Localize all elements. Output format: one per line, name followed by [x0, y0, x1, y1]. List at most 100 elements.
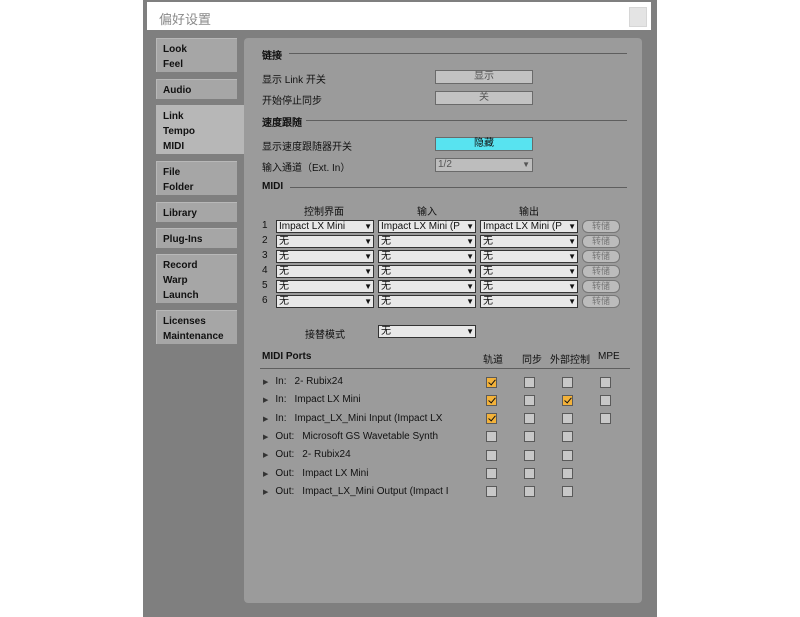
input-select[interactable]: 无 ▼ [378, 265, 476, 278]
expand-triangle-icon[interactable]: ▶ [263, 397, 268, 404]
midi-row-number: 6 [262, 295, 268, 306]
chevron-down-icon: ▼ [363, 236, 372, 247]
expand-triangle-icon[interactable]: ▶ [263, 434, 268, 441]
input-channel-select[interactable]: 1/2 ▼ [435, 158, 533, 172]
link-show-toggle[interactable]: 显示 [435, 70, 533, 84]
output-header: 输出 [519, 207, 539, 218]
mpe-checkbox[interactable] [600, 413, 611, 425]
track-checkbox[interactable] [486, 376, 497, 388]
midi-port-row[interactable]: ▶ Out: Impact LX Mini [263, 468, 368, 479]
dump-button[interactable]: 转储 [582, 295, 620, 308]
port-name: Microsoft GS Wavetable Synth [302, 430, 439, 442]
sync-checkbox[interactable] [524, 431, 535, 443]
control-surface-select[interactable]: 无 ▼ [276, 295, 374, 308]
window-title: 偏好设置 [159, 12, 212, 27]
mpe-checkbox[interactable] [600, 376, 611, 388]
input-value: 无 [381, 281, 391, 292]
input-select[interactable]: 无 ▼ [378, 235, 476, 248]
sync-checkbox[interactable] [524, 468, 535, 479]
tab-licenses-maintenance[interactable]: Licenses Maintenance [156, 310, 237, 344]
tab-plug-ins[interactable]: Plug-Ins [156, 228, 237, 248]
dump-button[interactable]: 转储 [582, 280, 620, 293]
midi-heading: MIDI [262, 181, 284, 192]
tab-look-feel[interactable]: Look Feel [156, 38, 237, 72]
track-header: 轨道 [483, 355, 503, 366]
expand-triangle-icon[interactable]: ▶ [263, 471, 268, 478]
dump-button[interactable]: 转储 [582, 220, 620, 233]
takeover-mode-label: 接替模式 [305, 330, 345, 341]
midi-port-row[interactable]: ▶ Out: Microsoft GS Wavetable Synth [263, 431, 438, 442]
expand-triangle-icon[interactable]: ▶ [263, 379, 268, 386]
output-select[interactable]: 无 ▼ [480, 250, 578, 263]
sync-checkbox[interactable] [524, 486, 535, 498]
output-select[interactable]: 无 ▼ [480, 295, 578, 308]
sync-checkbox[interactable] [524, 413, 535, 425]
control-surface-select[interactable]: 无 ▼ [276, 250, 374, 263]
track-checkbox[interactable] [486, 431, 497, 443]
tab-label: Library [163, 208, 197, 219]
input-select[interactable]: 无 ▼ [378, 295, 476, 308]
input-value: 无 [381, 296, 391, 307]
section-divider [289, 53, 627, 54]
port-name: Impact_LX_Mini Input (Impact LX [294, 412, 443, 424]
input-select[interactable]: 无 ▼ [378, 250, 476, 263]
control-surface-select[interactable]: 无 ▼ [276, 280, 374, 293]
output-select[interactable]: Impact LX Mini (P ▼ [480, 220, 578, 233]
input-select[interactable]: 无 ▼ [378, 280, 476, 293]
control-surface-select[interactable]: 无 ▼ [276, 235, 374, 248]
track-checkbox[interactable] [486, 486, 497, 498]
mpe-checkbox[interactable] [600, 394, 611, 406]
tab-library[interactable]: Library [156, 202, 237, 222]
remote-checkbox[interactable] [562, 486, 573, 498]
midi-port-row[interactable]: ▶ Out: Impact_LX_Mini Output (Impact I [263, 486, 448, 497]
track-checkbox[interactable] [486, 413, 497, 425]
remote-checkbox[interactable] [562, 376, 573, 388]
expand-triangle-icon[interactable]: ▶ [263, 416, 268, 423]
takeover-mode-select[interactable]: 无 ▼ [378, 325, 476, 338]
dump-button[interactable]: 转储 [582, 235, 620, 248]
control-surface-select[interactable]: 无 ▼ [276, 265, 374, 278]
port-direction: Out: [275, 467, 295, 479]
close-icon[interactable] [629, 7, 647, 27]
output-select[interactable]: 无 ▼ [480, 265, 578, 278]
section-divider [306, 120, 627, 121]
track-checkbox[interactable] [486, 468, 497, 479]
track-checkbox[interactable] [486, 394, 497, 406]
sync-checkbox[interactable] [524, 449, 535, 461]
input-select[interactable]: Impact LX Mini (P ▼ [378, 220, 476, 233]
chevron-down-icon: ▼ [465, 236, 474, 247]
dump-button[interactable]: 转储 [582, 250, 620, 263]
output-value: 无 [483, 236, 493, 247]
sync-checkbox[interactable] [524, 376, 535, 388]
expand-triangle-icon[interactable]: ▶ [263, 489, 268, 496]
remote-checkbox[interactable] [562, 413, 573, 425]
start-stop-sync-toggle[interactable]: 关 [435, 91, 533, 105]
midi-port-row[interactable]: ▶ In: Impact_LX_Mini Input (Impact LX [263, 413, 442, 424]
dump-button[interactable]: 转储 [582, 265, 620, 278]
tab-label: Look [163, 44, 187, 55]
remote-checkbox[interactable] [562, 468, 573, 479]
link-heading: 链接 [262, 51, 282, 62]
midi-port-row[interactable]: ▶ In: Impact LX Mini [263, 394, 361, 405]
tab-audio[interactable]: Audio [156, 79, 237, 99]
midi-port-row[interactable]: ▶ Out: 2- Rubix24 [263, 449, 351, 460]
tab-file-folder[interactable]: File Folder [156, 161, 237, 195]
expand-triangle-icon[interactable]: ▶ [263, 452, 268, 459]
tab-link-tempo-midi[interactable]: Link Tempo MIDI [156, 105, 245, 154]
output-select[interactable]: 无 ▼ [480, 235, 578, 248]
midi-port-row[interactable]: ▶ In: 2- Rubix24 [263, 376, 343, 387]
tempo-follower-show-toggle[interactable]: 隐藏 [435, 137, 533, 151]
track-checkbox[interactable] [486, 449, 497, 461]
sync-checkbox[interactable] [524, 394, 535, 406]
output-select[interactable]: 无 ▼ [480, 280, 578, 293]
input-value: Impact LX Mini (P [381, 221, 460, 232]
midi-row-number: 3 [262, 250, 268, 261]
tab-label: File [163, 167, 181, 178]
tab-label: Tempo [163, 126, 196, 137]
remote-checkbox[interactable] [562, 394, 573, 406]
tab-record-warp-launch[interactable]: Record Warp Launch [156, 254, 237, 303]
remote-checkbox[interactable] [562, 431, 573, 443]
chevron-down-icon: ▼ [465, 281, 474, 292]
control-surface-select[interactable]: Impact LX Mini ▼ [276, 220, 374, 233]
remote-checkbox[interactable] [562, 449, 573, 461]
